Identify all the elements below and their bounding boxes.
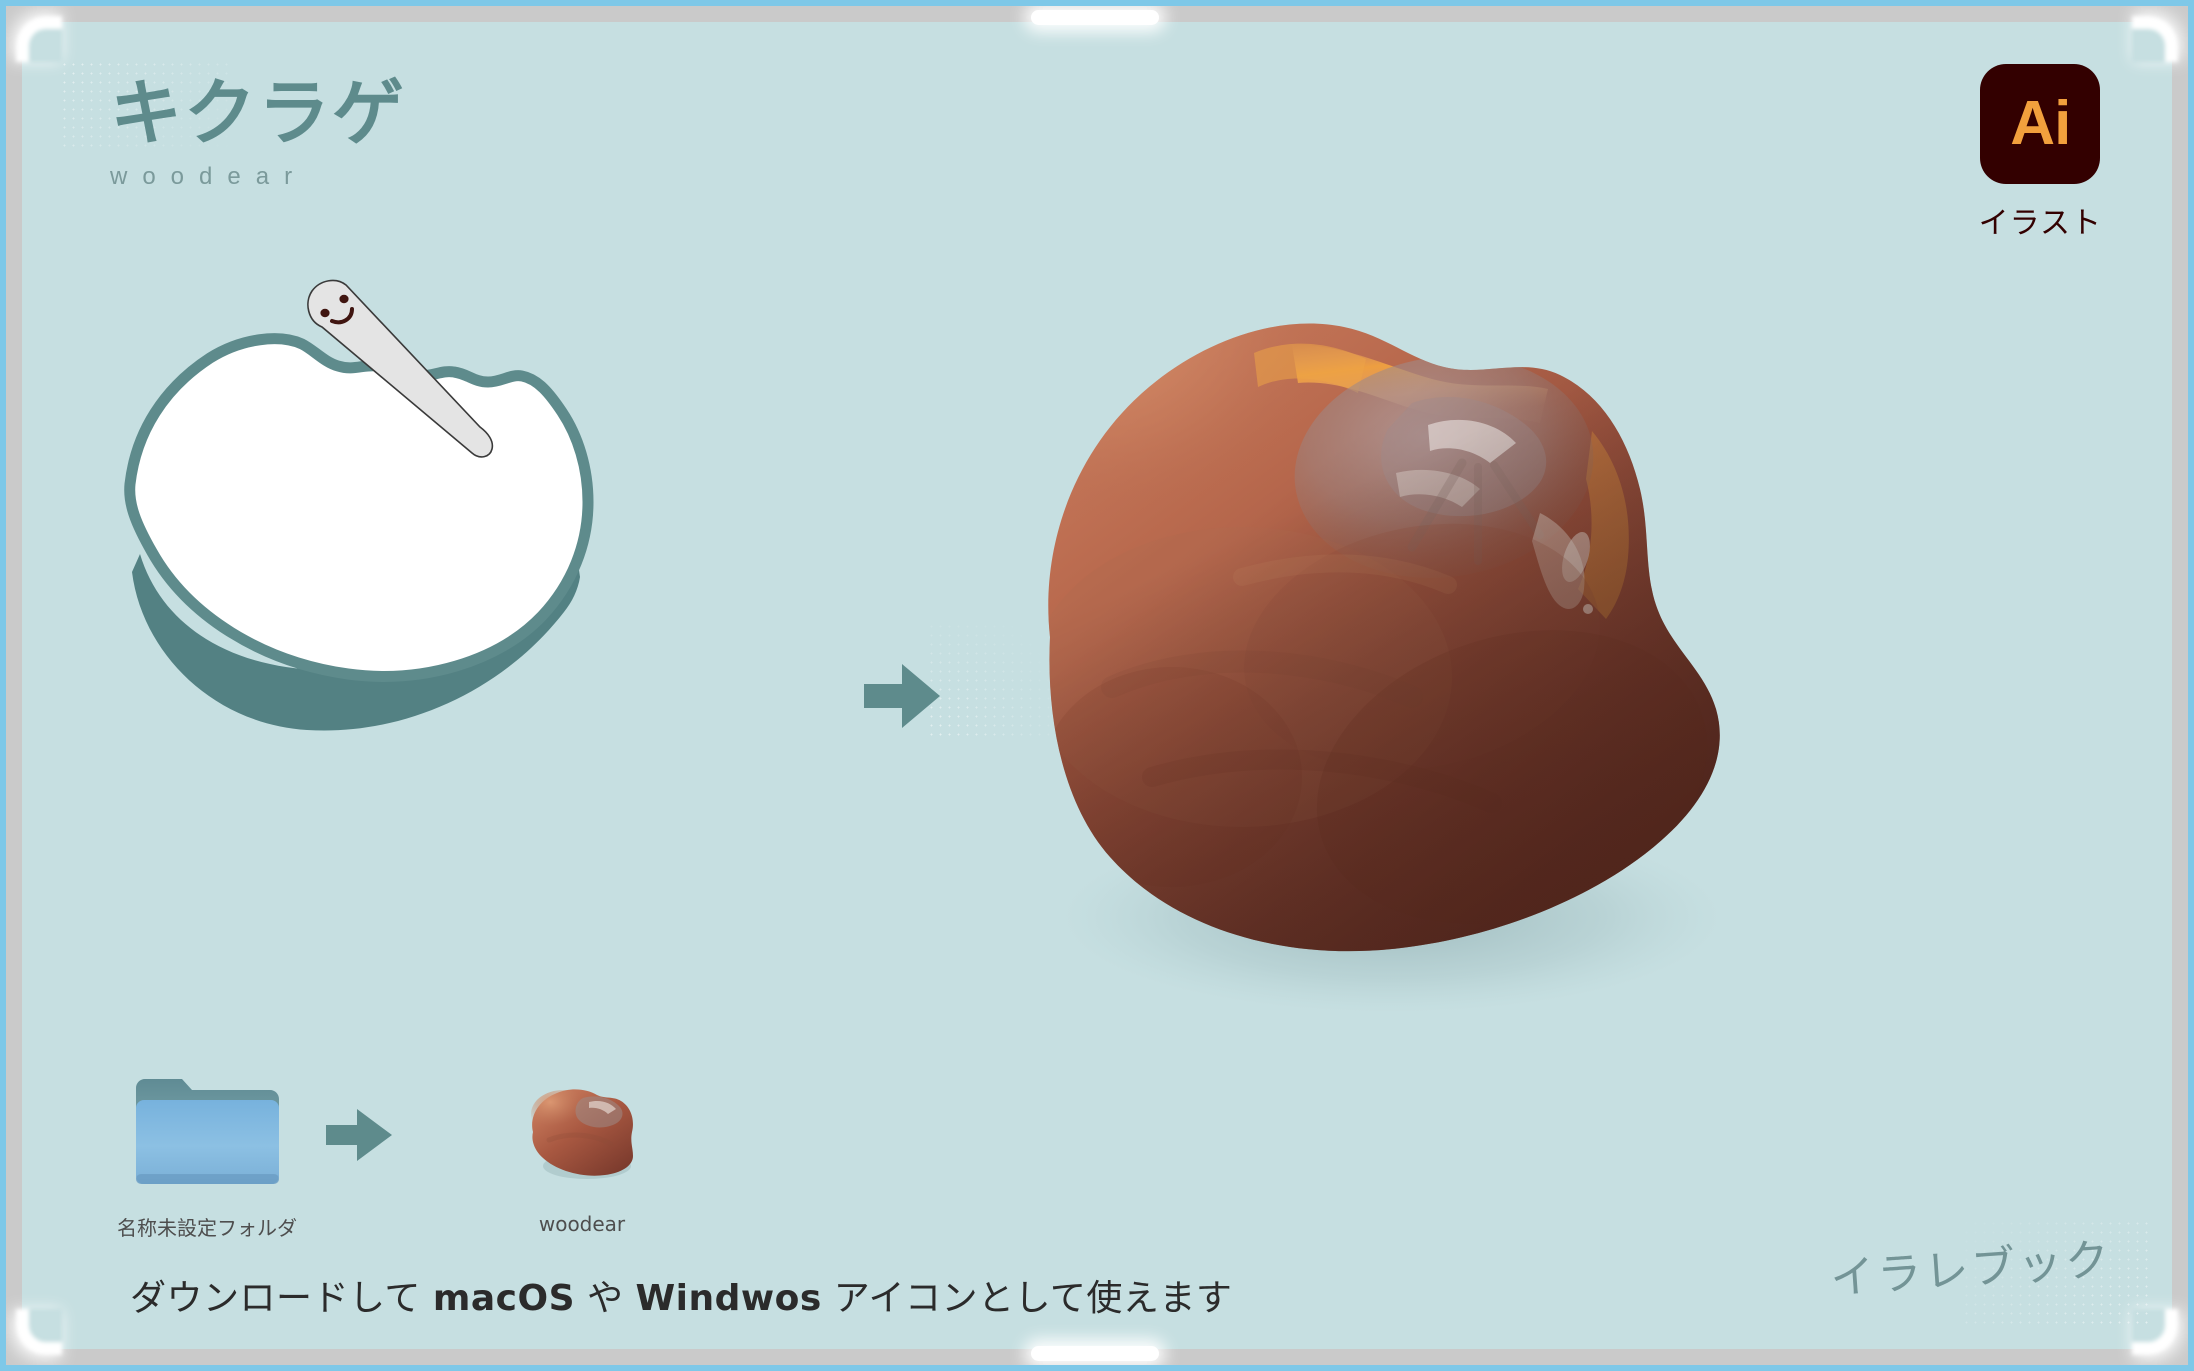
watermark: イラレブック <box>1828 1234 2114 1305</box>
stylus-body <box>307 279 494 458</box>
ai-app-icon: Ai <box>1980 64 2101 184</box>
frame-edge-right <box>2188 0 2194 1371</box>
woodear-icon-cell[interactable]: woodear <box>521 1074 643 1236</box>
folder-icon-cell[interactable]: 名称未設定フォルダ <box>117 1074 297 1241</box>
footer-caption: ダウンロードして macOS や Windwos アイコンとして使えます <box>130 1269 1232 1321</box>
folder-icon-label: 名称未設定フォルダ <box>117 1216 297 1240</box>
footer-caption-part2: や <box>575 1278 636 1319</box>
page-subtitle: woodear <box>110 163 308 190</box>
footer-caption-part3: アイコンとして使えます <box>821 1278 1233 1319</box>
footer-caption-part1: ダウンロードして <box>130 1278 433 1319</box>
stylus-eye-right <box>339 294 349 304</box>
small-arrow-cell <box>323 1074 395 1196</box>
title-block: キクラゲ woodear <box>110 77 406 191</box>
ai-logo-text: Ai <box>2010 89 2071 158</box>
adobe-illustrator-badge: Ai イラスト <box>1979 64 2102 242</box>
woodear-mushroom-illustration <box>1048 323 1722 1013</box>
frame-edge-bottom <box>0 1365 2194 1371</box>
screenshot-root: キクラゲ woodear Ai イラスト 名称未設定フォルダ woodear ダ… <box>0 0 2194 1371</box>
os-icon-demo-row: 名称未設定フォルダ woodear <box>117 1074 643 1241</box>
page-title: キクラゲ <box>110 71 407 155</box>
folder-icon[interactable] <box>130 1074 285 1196</box>
illustration-canvas: キクラゲ woodear Ai イラスト 名称未設定フォルダ woodear ダ… <box>22 22 2172 1349</box>
ai-badge-caption: イラスト <box>1978 206 2102 241</box>
woodear-icon-label: woodear <box>538 1212 626 1236</box>
arrow-right-icon <box>326 1109 392 1161</box>
footer-caption-macos: macOS <box>432 1278 576 1319</box>
folder-body <box>135 1100 279 1184</box>
frame-edge-top <box>0 0 2194 6</box>
stylus-character <box>307 279 494 458</box>
folder-rim <box>135 1174 279 1184</box>
center-arrow-icon <box>864 664 940 728</box>
frame-edge-left <box>0 0 6 1371</box>
stylus-eye-left <box>320 308 330 318</box>
footer-caption-windows: Windwos <box>635 1278 822 1319</box>
woodear-icon[interactable] <box>521 1074 643 1196</box>
